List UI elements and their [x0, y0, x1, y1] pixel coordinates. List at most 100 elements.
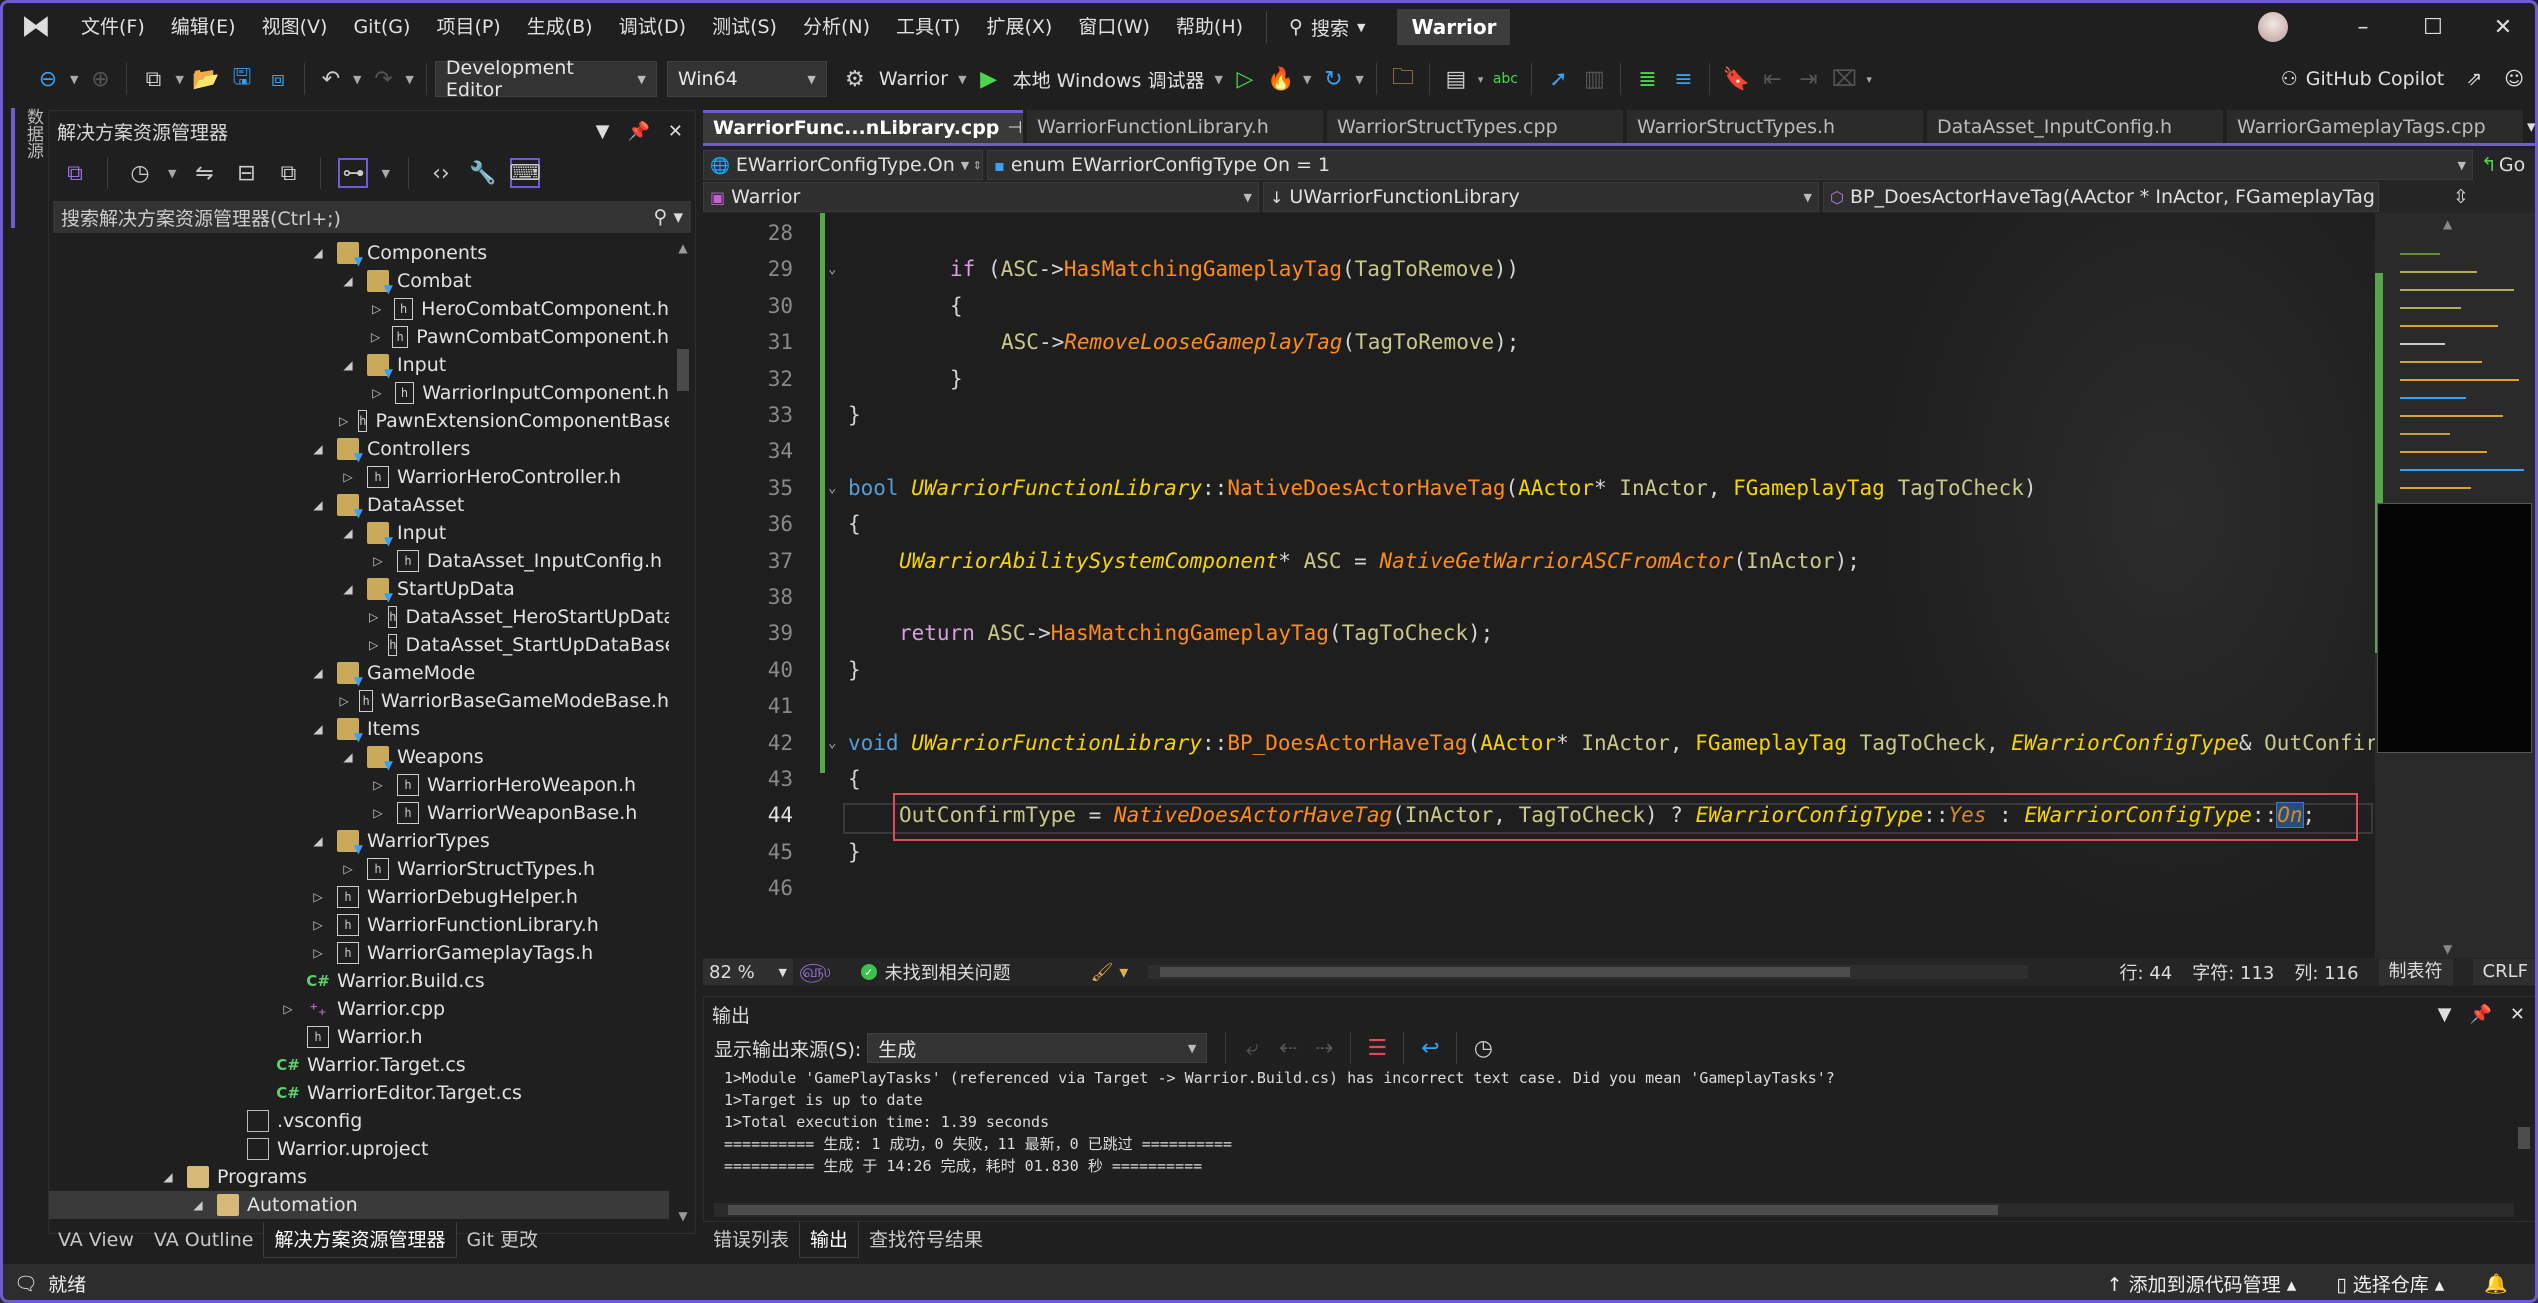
scrollbar-thumb[interactable] — [1160, 967, 1851, 977]
previous-bookmark-icon[interactable]: ⇤ — [1757, 64, 1787, 94]
output-text[interactable]: 1>Module 'GamePlayTasks' (referenced via… — [724, 1067, 2504, 1177]
editor-tab[interactable]: WarriorStructTypes.cpp — [1327, 110, 1623, 143]
uncomment-lines-icon[interactable]: ≡ — [1668, 64, 1698, 94]
code-line[interactable]: 41 — [703, 694, 2375, 723]
menu-item[interactable]: 视图(V) — [249, 7, 341, 47]
code-line[interactable]: 40} — [703, 658, 2375, 687]
chevron-down-icon[interactable]: ▾ — [1866, 73, 1872, 86]
fold-toggle-icon[interactable]: ⌄ — [828, 735, 836, 751]
clear-all-icon[interactable]: ☰ — [1362, 1033, 1392, 1063]
code-line[interactable]: 39 return ASC->HasMatchingGameplayTag(Tag… — [703, 621, 2375, 650]
select-repository-button[interactable]: ▯ 选择仓库 ▴ — [2336, 1270, 2444, 1297]
column-indicator[interactable]: 列: 116 — [2294, 959, 2358, 985]
tree-item[interactable]: ◢ Controllers — [49, 435, 669, 464]
collapsed-chevron-icon[interactable]: ▷ — [369, 302, 384, 316]
scroll-up-icon[interactable]: ▲ — [2443, 217, 2452, 231]
collapsed-chevron-icon[interactable]: ▷ — [369, 554, 387, 568]
tree-item[interactable]: ◢ Components — [49, 239, 669, 268]
chevron-down-icon[interactable]: ▼ — [958, 73, 966, 86]
tree-item[interactable]: ◢ Input — [49, 351, 669, 380]
tree-item[interactable]: ▷ ⁺₊ Warrior.cpp — [49, 995, 669, 1023]
editor-tab[interactable]: WarriorFunc...nLibrary.cpp⊣✕ — [703, 110, 1023, 143]
scope-dropdown[interactable]: ↓ UWarriorFunctionLibrary ▼ — [1263, 182, 1819, 212]
expanded-chevron-icon[interactable]: ◢ — [339, 358, 357, 372]
previous-message-icon[interactable]: ⇠ — [1273, 1033, 1303, 1063]
hot-reload-icon[interactable]: 🔥 — [1266, 64, 1296, 94]
collapsed-chevron-icon[interactable]: ▷ — [369, 610, 378, 624]
configuration-dropdown[interactable]: Development Editor ▼ — [434, 57, 657, 101]
chevron-down-icon[interactable]: ▼ — [596, 121, 610, 142]
chevron-down-icon[interactable]: ▼ — [2438, 1004, 2452, 1025]
platform-dropdown[interactable]: Win64 ▼ — [666, 61, 827, 97]
tree-item[interactable]: ◢ Input — [49, 519, 669, 548]
output-source-dropdown[interactable]: 生成 ▼ — [867, 1033, 1208, 1063]
column-select-icon[interactable]: ▥ — [1579, 64, 1609, 94]
tree-item[interactable]: ▷ h WarriorHeroWeapon.h — [49, 771, 669, 799]
menu-item[interactable]: 窗口(W) — [1065, 7, 1163, 47]
definition-dropdown[interactable]: ▪ enum EWarriorConfigType On = 1 ▼ — [987, 150, 2473, 180]
menu-item[interactable]: 分析(N) — [790, 7, 883, 47]
scrollbar-thumb[interactable] — [2518, 1127, 2530, 1149]
tree-item[interactable]: ▷ h PawnExtensionComponentBase.h — [49, 407, 669, 435]
scrollbar-thumb[interactable] — [728, 1205, 1998, 1215]
menu-item[interactable]: 编辑(E) — [158, 7, 249, 47]
tree-item[interactable]: ▷ h DataAsset_StartUpDataBase.h — [49, 631, 669, 659]
go-button[interactable]: ↰ Go — [2477, 154, 2529, 176]
start-debugger-button[interactable]: 本地 Windows 调试器 — [1013, 66, 1205, 93]
code-editor[interactable]: 28 29 ⌄ if (ASC->HasMatchingGameplayTag(Tag… — [703, 213, 2375, 958]
chevron-down-icon[interactable]: ▼ — [353, 73, 361, 86]
feedback-icon[interactable]: ☺ — [2504, 68, 2524, 90]
collapsed-chevron-icon[interactable]: ▷ — [339, 694, 349, 708]
collapsed-chevron-icon[interactable]: ▷ — [309, 946, 327, 960]
code-line[interactable]: 31 ASC->RemoveLooseGameplayTag(TagToRemov… — [703, 330, 2375, 359]
tree-item[interactable]: ▷ h HeroCombatComponent.h — [49, 295, 669, 323]
next-bookmark-icon[interactable]: ⇥ — [1793, 64, 1823, 94]
code-line[interactable]: 37 UWarriorAbilitySystemComponent* ASC = … — [703, 549, 2375, 578]
fold-toggle-icon[interactable]: ⌄ — [828, 261, 836, 277]
pending-changes-filter-icon[interactable]: ◷ — [125, 158, 155, 188]
navigate-forward-icon[interactable]: ⊕ — [85, 64, 115, 94]
copilot-status-icon[interactable]: ௵ — [799, 961, 831, 984]
open-folder-icon[interactable]: 📂 — [191, 64, 221, 94]
view-code-icon[interactable]: ‹› — [426, 158, 456, 188]
tree-item[interactable]: ▷ h WarriorStructTypes.h — [49, 855, 669, 883]
collapsed-chevron-icon[interactable]: ▷ — [339, 414, 348, 428]
menu-item[interactable]: 扩展(X) — [973, 7, 1065, 47]
scroll-down-icon[interactable]: ▼ — [2443, 942, 2452, 956]
pin-icon[interactable]: 📌 — [627, 121, 649, 142]
tree-item[interactable]: ▷ h DataAsset_HeroStartUpData.h — [49, 603, 669, 631]
notifications-bell-icon[interactable]: 🔔 — [2484, 1272, 2508, 1295]
pin-icon[interactable]: ⊣ — [1007, 118, 1022, 138]
solution-search-input[interactable]: 搜索解决方案资源管理器(Ctrl+;) ⚲ ▾ — [53, 201, 691, 233]
editor-horizontal-scrollbar[interactable] — [1148, 965, 2029, 979]
collapsed-chevron-icon[interactable]: ▷ — [369, 386, 385, 400]
tree-item[interactable]: C# Warrior.Build.cs — [49, 967, 669, 995]
chevron-down-icon[interactable]: ▼ — [1214, 73, 1222, 86]
properties-wrench-icon[interactable]: 🔧 — [468, 158, 498, 188]
collapsed-chevron-icon[interactable]: ▷ — [339, 470, 357, 484]
editor-tab[interactable]: WarriorFunctionLibrary.h — [1027, 110, 1323, 143]
menu-item[interactable]: 工具(T) — [883, 7, 973, 47]
sync-with-active-document-icon[interactable]: ⇋ — [189, 158, 219, 188]
minimize-button[interactable]: – — [2328, 15, 2398, 40]
chevron-down-icon[interactable]: ▼ — [70, 73, 78, 86]
undo-icon[interactable]: ↶ — [316, 64, 346, 94]
share-icon[interactable]: ⇗ — [2466, 68, 2482, 90]
editor-tab[interactable]: WarriorGameplayTags.cpp — [2227, 110, 2523, 143]
member-dropdown[interactable]: ⬡ BP_DoesActorHaveTag(AActor * InActor, … — [1823, 182, 2379, 212]
expanded-chevron-icon[interactable]: ◢ — [189, 1198, 207, 1212]
scroll-down-icon[interactable]: ▼ — [675, 1209, 691, 1223]
data-source-tab[interactable]: 数据源 — [11, 108, 46, 228]
tree-item[interactable]: ▷ h WarriorGameplayTags.h — [49, 939, 669, 967]
tree-item[interactable]: ◢ Automation — [49, 1191, 669, 1219]
select-pointer-icon[interactable]: ➚ — [1543, 64, 1573, 94]
chevron-down-icon[interactable]: ▼ — [1355, 73, 1363, 86]
find-in-files-icon[interactable]: 🗀 — [1388, 64, 1418, 94]
char-indicator[interactable]: 字符: 113 — [2192, 959, 2274, 985]
tree-item[interactable]: ▷ h PawnCombatComponent.h — [49, 323, 669, 351]
tree-item[interactable]: ◢ DataAsset — [49, 491, 669, 520]
view-hierarchy-icon[interactable]: ⊶ — [338, 158, 369, 188]
expanded-chevron-icon[interactable]: ◢ — [309, 498, 327, 512]
code-cleanup-icon[interactable]: 🖌 ▾ — [1091, 962, 1129, 983]
menu-item[interactable]: 文件(F) — [68, 7, 158, 47]
